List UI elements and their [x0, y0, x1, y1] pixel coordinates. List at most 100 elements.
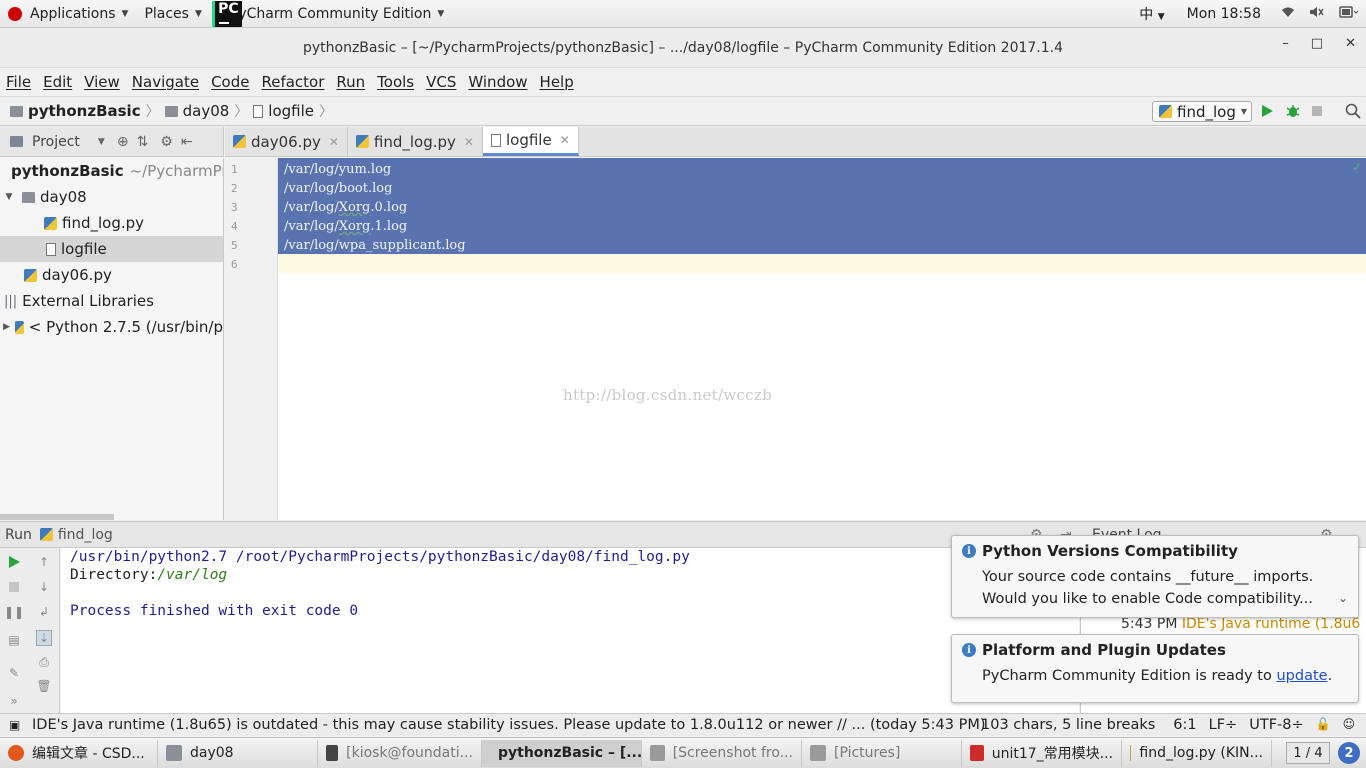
- tree-item-logfile[interactable]: logfile: [0, 236, 223, 262]
- breadcrumb-file[interactable]: logfile: [268, 102, 314, 120]
- applications-menu[interactable]: Applications ▼: [0, 0, 136, 28]
- notification-badge[interactable]: 2: [1338, 742, 1360, 764]
- search-icon[interactable]: [1344, 102, 1362, 120]
- scroll-to-end-icon[interactable]: ⇣: [36, 630, 52, 646]
- pin-icon[interactable]: ✎: [6, 665, 22, 681]
- arrow-down-icon[interactable]: ↓: [36, 579, 52, 595]
- editor-gutter[interactable]: 1 2 3 4 5 6: [225, 158, 278, 520]
- typo-text: Xorg: [338, 200, 371, 215]
- status-encoding[interactable]: UTF-8÷: [1249, 717, 1303, 733]
- menu-code[interactable]: Code: [207, 73, 253, 91]
- volume-icon[interactable]: [1302, 6, 1332, 22]
- tree-item-project-root[interactable]: pythonzBasic ~/PycharmPro: [0, 158, 223, 184]
- lock-icon[interactable]: 🔓: [1316, 717, 1331, 733]
- expanded-arrow-icon[interactable]: ▼: [2, 192, 16, 202]
- run-panel-config[interactable]: find_log: [58, 527, 113, 543]
- inspection-ok-icon[interactable]: ✓: [1352, 160, 1362, 174]
- document-icon: [970, 745, 984, 761]
- rerun-icon[interactable]: [6, 554, 22, 570]
- print-icon[interactable]: ⎙: [36, 654, 52, 670]
- menu-refactor[interactable]: Refactor: [257, 73, 328, 91]
- breadcrumb-project[interactable]: pythonzBasic: [28, 102, 141, 120]
- places-menu[interactable]: Places ▼: [136, 0, 209, 28]
- event-log-link[interactable]: IDE's Java runtime (1.8u6: [1182, 616, 1360, 632]
- hide-panel-icon[interactable]: ⇤: [181, 134, 193, 150]
- maximize-button[interactable]: □: [1311, 36, 1323, 51]
- tree-item-label: pythonzBasic: [11, 162, 124, 180]
- stop-icon[interactable]: [6, 579, 22, 595]
- clock[interactable]: Mon 18:58: [1180, 6, 1268, 22]
- tab-find-log-py[interactable]: find_log.py ✕: [348, 127, 483, 156]
- status-caret-position[interactable]: 6:1: [1173, 717, 1196, 733]
- run-icon[interactable]: [1258, 102, 1276, 120]
- gear-icon[interactable]: ⚙: [160, 134, 173, 150]
- breadcrumb-folder[interactable]: day08: [183, 102, 230, 120]
- run-console[interactable]: /usr/bin/python2.7 /root/PycharmProjects…: [61, 548, 1079, 713]
- soft-wrap-icon[interactable]: ↲: [36, 604, 52, 620]
- stop-icon[interactable]: [1308, 102, 1326, 120]
- debug-icon[interactable]: [1284, 102, 1302, 120]
- collapse-all-icon[interactable]: ⇅: [137, 134, 149, 150]
- tree-scrollbar[interactable]: [0, 514, 114, 520]
- notification-title: Python Versions Compatibility: [982, 542, 1238, 560]
- code-editor[interactable]: /var/log/yum.log /var/log/boot.log /var/…: [278, 158, 1366, 520]
- menu-tools[interactable]: Tools: [373, 73, 418, 91]
- taskbar-item-firefox[interactable]: 编辑文章 - CSD...: [0, 739, 158, 767]
- status-selection-info: 103 chars, 5 line breaks: [981, 717, 1156, 733]
- taskbar-item-document[interactable]: unit17_常用模块...: [962, 739, 1122, 767]
- collapsed-arrow-icon[interactable]: ▶: [2, 322, 11, 332]
- python-icon: [15, 320, 24, 334]
- tree-item-day08[interactable]: ▼ day08: [0, 184, 223, 210]
- menu-edit[interactable]: Edit: [39, 73, 76, 91]
- tab-logfile[interactable]: logfile ✕: [482, 127, 579, 156]
- window-titlebar[interactable]: pythonzBasic – [~/PycharmProjects/python…: [0, 28, 1366, 68]
- tree-item-external-libraries[interactable]: ||| External Libraries: [0, 288, 223, 314]
- close-tab-icon[interactable]: ✕: [329, 135, 339, 149]
- menu-run[interactable]: Run: [332, 73, 369, 91]
- battery-icon[interactable]: [1332, 6, 1366, 22]
- pause-icon[interactable]: ❚❚: [4, 604, 24, 620]
- status-line-separator[interactable]: LF÷: [1209, 717, 1238, 733]
- expand-icon[interactable]: ⌄: [1338, 591, 1348, 605]
- menu-navigate[interactable]: Navigate: [128, 73, 203, 91]
- scroll-from-source-icon[interactable]: ⊕: [117, 134, 129, 150]
- arrow-up-icon[interactable]: ↑: [36, 554, 52, 570]
- taskbar-item-pictures[interactable]: [Pictures]: [802, 739, 962, 767]
- taskbar-item-terminal[interactable]: [kiosk@foundati...: [318, 739, 482, 767]
- code-text: .1.log: [370, 219, 408, 234]
- input-method-indicator[interactable]: 中 ▼: [1132, 4, 1171, 24]
- run-config-select[interactable]: find_log ▼: [1152, 101, 1252, 122]
- menu-help[interactable]: Help: [536, 73, 578, 91]
- taskbar-item-editor[interactable]: find_log.py (KIN...: [1122, 739, 1272, 767]
- restore-layout-icon[interactable]: ▤: [6, 632, 22, 648]
- tree-item-python-sdk[interactable]: ▶ < Python 2.7.5 (/usr/bin/p: [0, 314, 223, 340]
- active-app-menu[interactable]: PC PyCharm Community Edition ▼: [210, 0, 452, 28]
- project-panel-label[interactable]: Project: [32, 134, 80, 150]
- menu-window[interactable]: Window: [464, 73, 531, 91]
- close-tab-icon[interactable]: ✕: [464, 135, 474, 149]
- notification-plugin-updates[interactable]: i Platform and Plugin Updates PyCharm Co…: [951, 634, 1359, 703]
- close-button[interactable]: ✕: [1345, 36, 1356, 51]
- taskbar-item-pycharm[interactable]: pythonzBasic – [...: [482, 739, 642, 767]
- chevron-down-icon[interactable]: ▼: [98, 137, 105, 147]
- run-panel-label[interactable]: Run: [5, 527, 32, 543]
- wifi-icon[interactable]: [1274, 6, 1302, 22]
- menu-view[interactable]: View: [80, 73, 124, 91]
- menu-file[interactable]: File: [2, 73, 35, 91]
- more-icon[interactable]: »: [6, 693, 22, 709]
- inspector-icon[interactable]: ☺: [1343, 717, 1356, 733]
- status-message[interactable]: IDE's Java runtime (1.8u65) is outdated …: [32, 717, 986, 733]
- tool-windows-icon[interactable]: ▣: [9, 718, 20, 732]
- close-tab-icon[interactable]: ✕: [560, 133, 570, 147]
- menu-vcs[interactable]: VCS: [422, 73, 460, 91]
- taskbar-item-screenshot[interactable]: [Screenshot fro...: [642, 739, 802, 767]
- tab-day06-py[interactable]: day06.py ✕: [225, 127, 348, 156]
- trash-icon[interactable]: 🗑: [36, 678, 52, 694]
- update-link[interactable]: update: [1276, 668, 1327, 684]
- workspace-switcher[interactable]: 1 / 4: [1286, 742, 1330, 764]
- minimize-button[interactable]: –: [1282, 36, 1289, 51]
- taskbar-item-day08[interactable]: day08: [158, 739, 318, 767]
- tree-item-find-log-py[interactable]: find_log.py: [0, 210, 223, 236]
- tree-item-day06-py[interactable]: day06.py: [0, 262, 223, 288]
- notification-python-compat[interactable]: i Python Versions Compatibility Your sou…: [951, 535, 1359, 618]
